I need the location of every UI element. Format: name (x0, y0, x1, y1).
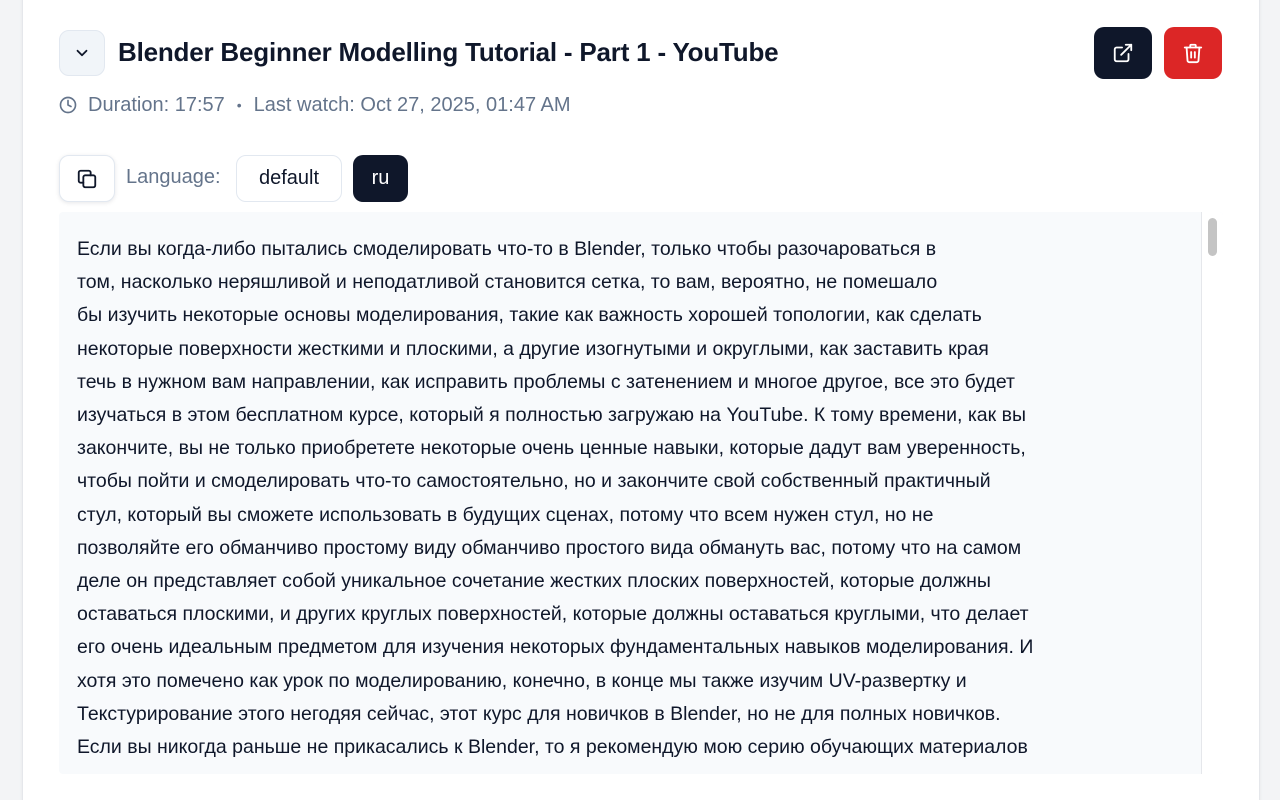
collapse-button[interactable] (59, 30, 105, 76)
language-option-ru[interactable]: ru (353, 155, 408, 202)
transcript-text: Если вы когда-либо пытались смоделироват… (77, 238, 1034, 759)
copy-icon (76, 168, 98, 190)
trash-icon (1182, 42, 1204, 64)
external-link-icon (1112, 42, 1134, 64)
last-watch-text: Last watch: Oct 27, 2025, 01:47 AM (253, 93, 571, 116)
chevron-down-icon (73, 44, 91, 62)
open-video-button[interactable] (1094, 27, 1152, 79)
delete-button[interactable] (1164, 27, 1222, 79)
scrollbar-thumb[interactable] (1208, 218, 1217, 256)
video-title: Blender Beginner Modelling Tutorial - Pa… (118, 37, 779, 67)
transcript-panel[interactable]: Если вы когда-либо пытались смоделироват… (59, 212, 1223, 774)
clock-icon (59, 96, 77, 114)
language-label: Language: (126, 166, 221, 188)
meta-separator: • (236, 97, 242, 113)
copy-transcript-button[interactable] (59, 155, 115, 202)
video-meta: Duration: 17:57 • Last watch: Oct 27, 20… (59, 93, 571, 117)
transcript-scrollbar[interactable] (1201, 212, 1223, 774)
language-option-default[interactable]: default (236, 155, 342, 202)
duration-text: Duration: 17:57 (88, 93, 225, 116)
